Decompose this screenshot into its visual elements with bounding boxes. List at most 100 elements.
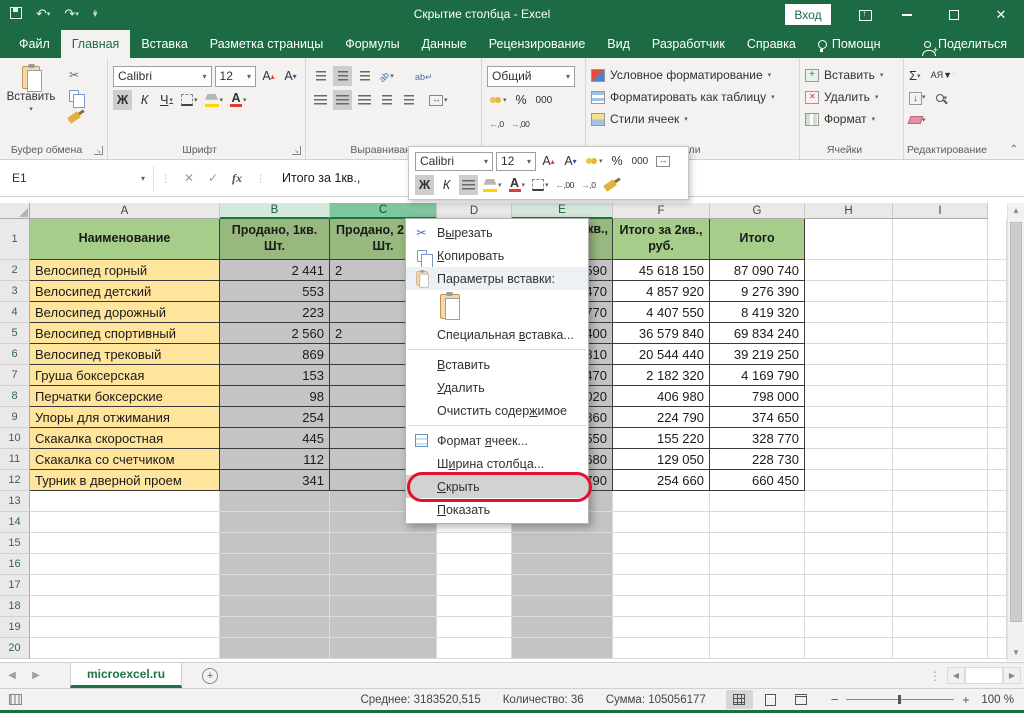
wrap-text-icon[interactable] bbox=[413, 66, 435, 86]
cell-B19[interactable] bbox=[220, 617, 330, 638]
cell-I1[interactable] bbox=[893, 219, 988, 260]
mini-font-size-combo[interactable]: 12▾ bbox=[496, 152, 536, 171]
cell-H19[interactable] bbox=[805, 617, 893, 638]
cell-B20[interactable] bbox=[220, 638, 330, 659]
orientation-icon[interactable]: ▾ bbox=[377, 66, 396, 86]
cell-G3[interactable]: 9 276 390 bbox=[710, 281, 805, 302]
cell-I18[interactable] bbox=[893, 596, 988, 617]
cell-G19[interactable] bbox=[710, 617, 805, 638]
cell-H11[interactable] bbox=[805, 449, 893, 470]
zoom-out-icon[interactable]: − bbox=[831, 692, 839, 707]
sheet-tab-active[interactable]: microexcel.ru bbox=[70, 663, 182, 688]
cell-B15[interactable] bbox=[220, 533, 330, 554]
sheetbar-splitter[interactable]: ⋮ bbox=[929, 669, 941, 683]
column-header-E[interactable]: E bbox=[512, 203, 613, 219]
menu-item-show[interactable]: Показать bbox=[406, 498, 588, 521]
scroll-right-icon[interactable]: ▶ bbox=[1003, 667, 1021, 684]
cell-G11[interactable]: 228 730 bbox=[710, 449, 805, 470]
cell-F15[interactable] bbox=[613, 533, 710, 554]
cell-C16[interactable] bbox=[330, 554, 437, 575]
cancel-icon[interactable]: ✕ bbox=[177, 171, 201, 185]
fill-color-button[interactable]: ▾ bbox=[203, 90, 226, 110]
cell-E18[interactable] bbox=[512, 596, 613, 617]
cell-A5[interactable]: Велосипед спортивный bbox=[30, 323, 220, 344]
page-layout-view-icon[interactable] bbox=[757, 690, 784, 709]
sort-filter-icon[interactable]: АЯ▼▾ bbox=[931, 70, 956, 80]
delete-cells-button[interactable]: Удалить▾ bbox=[805, 86, 898, 108]
mini-align-center-icon[interactable] bbox=[459, 175, 478, 195]
column-header-C[interactable]: C bbox=[330, 203, 437, 219]
grow-font-button[interactable]: А▴ bbox=[259, 66, 278, 86]
cell-I11[interactable] bbox=[893, 449, 988, 470]
menu-item-copy[interactable]: Копировать bbox=[406, 244, 588, 267]
customize-qat-icon[interactable]: ▾̄ bbox=[93, 5, 98, 24]
cell-E16[interactable] bbox=[512, 554, 613, 575]
row-header-9[interactable]: 9 bbox=[0, 407, 30, 428]
cell-H1[interactable] bbox=[805, 219, 893, 260]
cell-G4[interactable]: 8 419 320 bbox=[710, 302, 805, 323]
cell-G5[interactable]: 69 834 240 bbox=[710, 323, 805, 344]
maximize-button[interactable] bbox=[937, 0, 971, 30]
zoom-slider[interactable] bbox=[846, 699, 954, 700]
cell-B3[interactable]: 553 bbox=[220, 281, 330, 302]
ribbon-tab-review[interactable]: Рецензирование bbox=[478, 30, 597, 58]
font-dialog-launcher-icon[interactable] bbox=[292, 146, 301, 155]
cell-B2[interactable]: 2 441 bbox=[220, 260, 330, 281]
cell-G10[interactable]: 328 770 bbox=[710, 428, 805, 449]
fill-icon[interactable]: ▾ bbox=[909, 89, 926, 105]
cell-A16[interactable] bbox=[30, 554, 220, 575]
row-header-12[interactable]: 12 bbox=[0, 470, 30, 491]
row-header-18[interactable]: 18 bbox=[0, 596, 30, 617]
scroll-left-icon[interactable]: ◀ bbox=[947, 667, 965, 684]
conditional-formatting-button[interactable]: Условное форматирование▾ bbox=[591, 64, 794, 86]
menu-item-paste-options[interactable]: Параметры вставки: bbox=[406, 267, 588, 290]
undo-icon[interactable]: ↶▾ bbox=[36, 5, 50, 24]
ribbon-tab-assistant[interactable]: Помощн bbox=[807, 30, 892, 58]
cell-H6[interactable] bbox=[805, 344, 893, 365]
cell-A15[interactable] bbox=[30, 533, 220, 554]
cell-B18[interactable] bbox=[220, 596, 330, 617]
cell-E20[interactable] bbox=[512, 638, 613, 659]
cell-F5[interactable]: 36 579 840 bbox=[613, 323, 710, 344]
select-all-corner[interactable] bbox=[0, 203, 30, 219]
menu-item-format-cells[interactable]: Формат ячеек... bbox=[406, 429, 588, 452]
cell-C17[interactable] bbox=[330, 575, 437, 596]
row-header-5[interactable]: 5 bbox=[0, 323, 30, 344]
row-header-1[interactable]: 1 bbox=[0, 219, 30, 260]
cell-F4[interactable]: 4 407 550 bbox=[613, 302, 710, 323]
row-header-17[interactable]: 17 bbox=[0, 575, 30, 596]
ribbon-tab-view[interactable]: Вид bbox=[596, 30, 641, 58]
ribbon-tab-share[interactable]: Поделиться bbox=[913, 30, 1018, 58]
comma-style-button[interactable]: 000 bbox=[534, 90, 555, 110]
scroll-up-icon[interactable]: ▲ bbox=[1008, 203, 1024, 219]
cell-I19[interactable] bbox=[893, 617, 988, 638]
cell-F8[interactable]: 406 980 bbox=[613, 386, 710, 407]
ribbon-tab-home[interactable]: Главная bbox=[61, 30, 131, 58]
cell-H4[interactable] bbox=[805, 302, 893, 323]
cell-B12[interactable]: 341 bbox=[220, 470, 330, 491]
cell-F2[interactable]: 45 618 150 bbox=[613, 260, 710, 281]
mini-grow-font-button[interactable]: А▴ bbox=[539, 151, 558, 171]
row-header-11[interactable]: 11 bbox=[0, 449, 30, 470]
cell-B7[interactable]: 153 bbox=[220, 365, 330, 386]
zoom-slider-thumb[interactable] bbox=[898, 695, 901, 704]
ribbon-tab-formulas[interactable]: Формулы bbox=[334, 30, 410, 58]
scroll-down-icon[interactable]: ▼ bbox=[1008, 645, 1024, 661]
mini-borders-button[interactable]: ▾ bbox=[530, 175, 551, 195]
cell-B5[interactable]: 2 560 bbox=[220, 323, 330, 344]
cell-D15[interactable] bbox=[437, 533, 512, 554]
mini-font-name-combo[interactable]: Calibri▾ bbox=[415, 152, 493, 171]
format-button[interactable]: Формат▾ bbox=[805, 108, 898, 130]
menu-item-delete[interactable]: Удалить bbox=[406, 376, 588, 399]
cell-B11[interactable]: 112 bbox=[220, 449, 330, 470]
cell-I5[interactable] bbox=[893, 323, 988, 344]
close-button[interactable] bbox=[984, 0, 1018, 30]
align-center-icon[interactable] bbox=[333, 90, 352, 110]
cell-I20[interactable] bbox=[893, 638, 988, 659]
borders-button[interactable]: ▾ bbox=[179, 90, 200, 110]
mini-font-color-button[interactable]: А▾ bbox=[507, 175, 528, 195]
align-top-icon[interactable] bbox=[311, 66, 330, 86]
cell-A4[interactable]: Велосипед дорожный bbox=[30, 302, 220, 323]
cell-I15[interactable] bbox=[893, 533, 988, 554]
horizontal-scrollbar[interactable]: ◀ ▶ bbox=[947, 667, 1021, 684]
